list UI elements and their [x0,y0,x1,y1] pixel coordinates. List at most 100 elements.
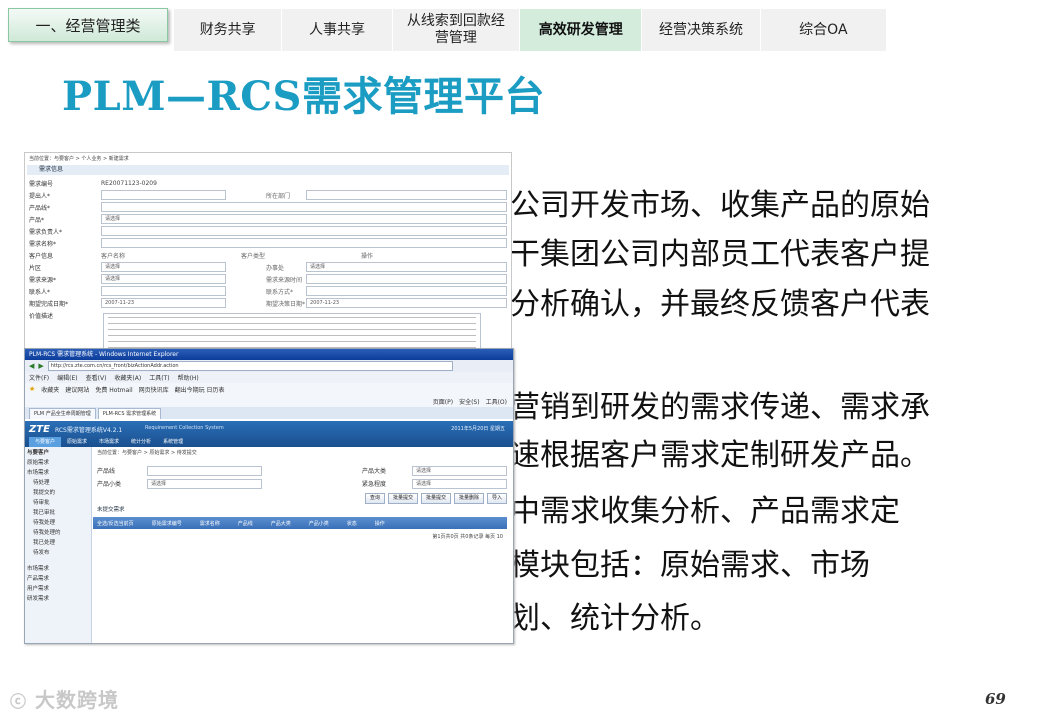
sidebar-item-9[interactable]: 待我处理的 [27,529,61,538]
source-time-field[interactable] [306,274,507,284]
grid-section-title: 未提交需求 [97,507,125,513]
request-name-field[interactable] [101,238,507,248]
sidebar-item-11[interactable]: 待发布 [27,549,50,558]
tab-rcs[interactable]: PLM-RCS 需求管理系统 [97,408,162,419]
sidebar-item-10[interactable]: 我已处理 [27,539,55,548]
submitter-field[interactable] [101,190,226,200]
label-priority: 紧急程度 [362,481,387,488]
label-expected-date: 期望完成日期* [29,300,69,308]
sidebar-item-5[interactable]: 我提交的 [27,489,55,498]
product-line-select[interactable] [101,202,507,212]
nav-tab-lead-to-cash[interactable]: 从线索到回款经营管理 [393,9,521,51]
label-product-subclass: 产品小类 [97,481,122,488]
decision-date-field[interactable]: 2007-11-23 [306,298,507,308]
product-class-select[interactable]: 请选择 [412,465,507,476]
source-select[interactable]: 请选择 [101,274,226,284]
label-department: 所在部门 [266,192,291,200]
sidebar-item-7[interactable]: 我已审批 [27,509,55,518]
import-button[interactable]: 导入 [486,493,507,504]
label-submitter: 提出人* [29,192,51,200]
address-input[interactable]: http://rcs.zte.com.cn/rcs_front/bizActio… [47,361,453,371]
batch-submit-button[interactable]: 批量提交 [387,493,418,504]
fav-item-3[interactable]: 免费 Hotmail [95,385,132,394]
sidebar-item-12[interactable]: 市场需求 [27,565,49,574]
batch-delete-button[interactable]: 批量删除 [453,493,484,504]
menu-view[interactable]: 查看(V) [86,373,107,382]
sidebar-item-14[interactable]: 用户需求 [27,585,49,594]
address-bar: ◀ ▶ http://rcs.zte.com.cn/rcs_front/bizA… [25,360,513,372]
label-source-time: 需求来源时间 [266,276,303,284]
forward-arrow-icon[interactable]: ▶ [38,362,43,370]
department-field[interactable] [306,190,507,200]
app-breadcrumb: 当前位置：与要客户 > 原始需求 > 待发提交 [97,450,197,456]
col-product-subclass: 产品小类 [308,520,329,527]
body-line-7: 模块包括：原始需求、市场 [510,548,870,583]
menu-favorites[interactable]: 收藏夹(A) [114,373,141,382]
nav-tab-finance[interactable]: 财务共享 [174,9,283,51]
product-line-select[interactable] [147,465,262,476]
section-tag: 一、经营管理类 [8,8,168,42]
app-nav-home[interactable]: 与要客户 [29,437,62,447]
nav-tab-hr[interactable]: 人事共享 [282,9,393,51]
tools-menu[interactable]: 工具(O) [486,397,507,406]
tab-plm[interactable]: PLM 产品全生命周期管理 [29,408,96,419]
app-name: RCS需求管理系统V4.2.1 [55,427,123,434]
label-office: 办事处 [266,264,285,272]
query-button[interactable]: 查询 [364,493,385,504]
action-buttons: 查询 批量提交 批量提交 批量删除 导入 [364,493,507,504]
col-product-class: 产品大类 [270,520,291,527]
label-request-name: 需求名称* [29,240,57,248]
fav-item-4[interactable]: 网页快讯库 [139,385,169,394]
sidebar-item-4[interactable]: 待处理 [27,479,50,488]
label-decision-date: 期望决策日期* [266,300,306,308]
menu-tools[interactable]: 工具(T) [149,373,169,382]
fav-item-1[interactable]: 收藏夹 [41,385,59,394]
region-select[interactable]: 请选择 [101,262,226,272]
menu-edit[interactable]: 编辑(E) [57,373,77,382]
page-menu[interactable]: 页面(P) [433,397,453,406]
sidebar-item-6[interactable]: 待审批 [27,499,50,508]
expected-date-field[interactable]: 2007-11-23 [101,298,226,308]
safety-menu[interactable]: 安全(S) [459,397,480,406]
col-select-all[interactable]: 全选/反选当前页 [97,520,134,527]
contact-method-field[interactable] [306,286,507,296]
nav-tab-rd-management[interactable]: 高效研发管理 [520,9,643,51]
product-select[interactable]: 请选择 [101,214,507,224]
nav-tab-decision-system[interactable]: 经营决策系统 [642,9,761,51]
pager: 第1页共0页 共0条记录 每页 10 [432,534,503,540]
menu-help[interactable]: 帮助(H) [178,373,199,382]
app-sidebar: 与要客户 原始需求 市场需求 待处理 我提交的 待审批 我已审批 待我处理 待我… [25,447,92,643]
app-nav-market[interactable]: 市场需求 [93,437,125,447]
body-line-8: 划、统计分析。 [510,601,720,636]
label-product-class: 产品大类 [362,468,387,475]
star-icon: ★ [29,385,36,393]
body-line-4: 营销到研发的需求传递、需求承 [510,390,930,425]
app-nav-raw[interactable]: 原始需求 [61,437,93,447]
app-header: ZTE RCS需求管理系统V4.2.1 Requirement Collecti… [25,421,513,447]
nav-tab-oa[interactable]: 综合OA [761,9,886,51]
sidebar-item-15[interactable]: 研发需求 [27,595,49,604]
sidebar-item-3[interactable]: 市场需求 [27,469,49,478]
owner-field[interactable] [101,226,507,236]
batch-submit-button-2[interactable]: 批量提交 [420,493,451,504]
app-subtitle: Requirement Collection System [145,425,224,431]
back-arrow-icon[interactable]: ◀ [29,362,34,370]
grid-header: 全选/反选当前页 原始需求编号 需求名称 产品线 产品大类 产品小类 状态 操作 [93,517,507,529]
app-nav-stats[interactable]: 统计分析 [125,437,157,447]
contact-field[interactable] [101,286,226,296]
office-select[interactable]: 请选择 [306,262,507,272]
sidebar-item-1[interactable]: 与要客户 [27,449,49,458]
fav-item-2[interactable]: 建议网站 [65,385,89,394]
sidebar-item-2[interactable]: 原始需求 [27,459,49,468]
watermark-logo-icon: ⓒ [10,692,28,711]
app-nav-admin[interactable]: 系统管理 [157,437,189,447]
col-customer-name: 客户名称 [101,252,126,260]
priority-select[interactable]: 请选择 [412,478,507,489]
product-subclass-select[interactable]: 请选择 [147,478,262,489]
fav-item-5[interactable]: 翻出今期玩 日历表 [175,385,225,394]
label-region: 片区 [29,264,42,272]
menu-file[interactable]: 文件(F) [29,373,49,382]
body-line-1: 公司开发市场、收集产品的原始 [510,188,930,223]
sidebar-item-13[interactable]: 产品需求 [27,575,49,584]
sidebar-item-8[interactable]: 待我处理 [27,519,55,528]
